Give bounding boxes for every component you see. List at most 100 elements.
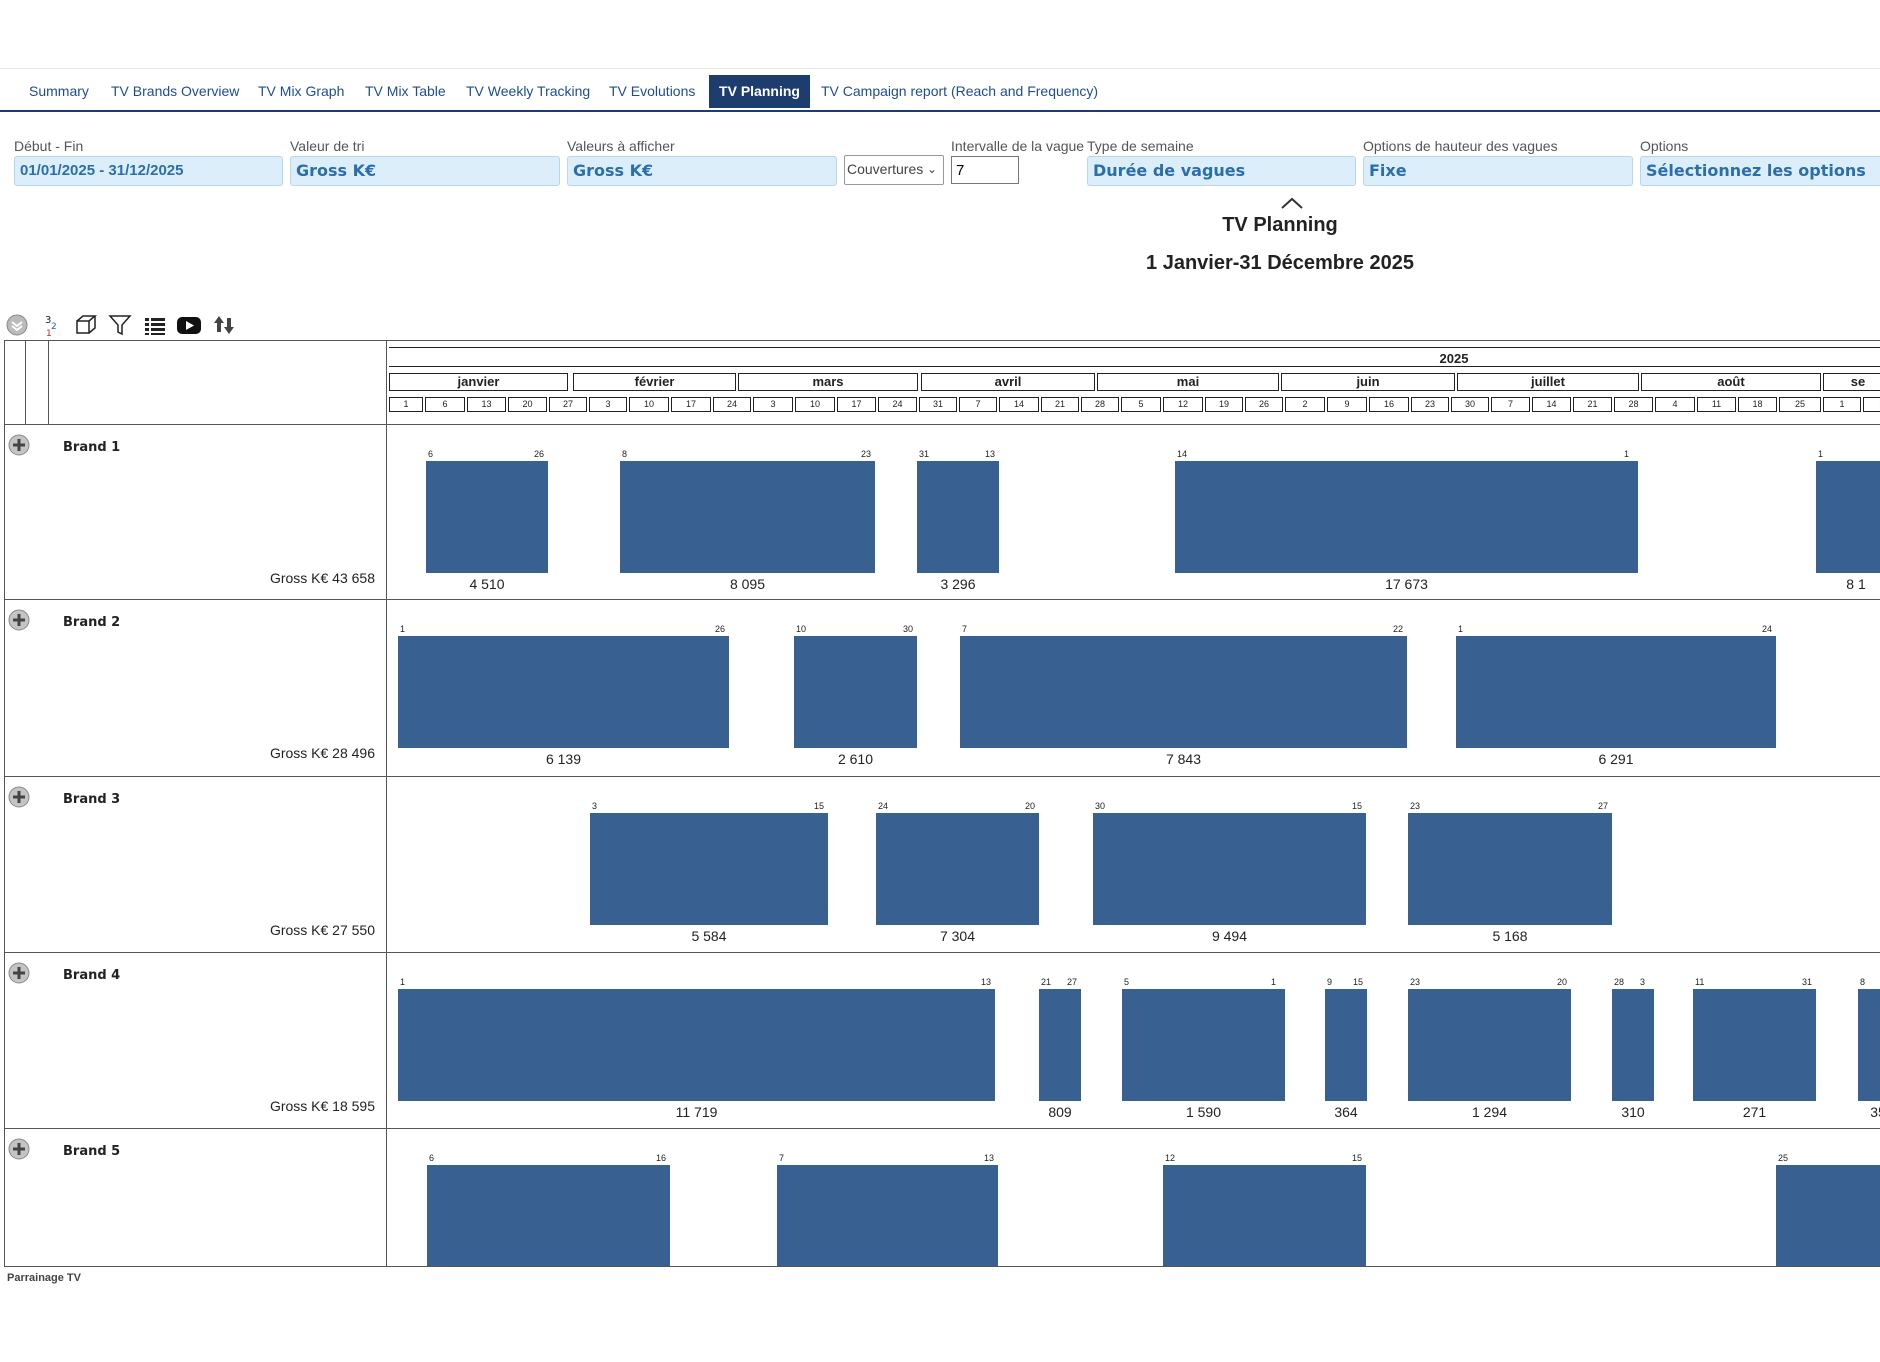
wave-end-day: 26 xyxy=(715,624,726,634)
week-header: 31 xyxy=(919,397,957,412)
wave-value: 7 304 xyxy=(939,928,976,944)
cube-icon[interactable] xyxy=(73,312,99,338)
date-range-selector[interactable]: 01/01/2025 - 31/12/2025 xyxy=(14,156,283,186)
wave-bar[interactable] xyxy=(1175,461,1638,573)
week-type-selector[interactable]: Durée de vagues xyxy=(1087,156,1356,186)
wave-bar[interactable] xyxy=(1816,461,1880,573)
wave-bar[interactable] xyxy=(398,989,995,1101)
month-header: janvier xyxy=(389,373,568,391)
wave-bar[interactable] xyxy=(1456,636,1776,748)
couvertures-select[interactable]: Couvertures ⌄ xyxy=(844,155,944,185)
wave-bar[interactable] xyxy=(1163,1165,1366,1266)
week-header: 26 xyxy=(1245,397,1283,412)
wave-bar[interactable] xyxy=(427,1165,670,1266)
wave-end-day: 15 xyxy=(1352,801,1363,811)
week-header: 7 xyxy=(959,397,997,412)
expand-icon[interactable] xyxy=(8,786,30,808)
display-values-selector[interactable]: Gross K€ xyxy=(567,156,837,186)
wave-interval-input[interactable] xyxy=(951,156,1019,184)
brand-name[interactable]: Brand 5 xyxy=(63,1144,120,1159)
tab-tv-mix-table[interactable]: TV Mix Table xyxy=(365,75,446,108)
sort-arrows-icon[interactable] xyxy=(211,312,237,338)
intervalle-label: Intervalle de la vague xyxy=(951,138,1085,154)
expand-icon[interactable] xyxy=(8,609,30,631)
brand-name[interactable]: Brand 2 xyxy=(63,615,120,630)
wave-bar[interactable] xyxy=(777,1165,998,1266)
tab-tv-weekly-tracking[interactable]: TV Weekly Tracking xyxy=(466,75,590,108)
wave-value: 4 510 xyxy=(469,576,505,592)
wave-value: 809 xyxy=(1048,1104,1072,1120)
week-header: 17 xyxy=(837,397,876,412)
brand-name[interactable]: Brand 1 xyxy=(63,440,120,455)
wave-start-day: 7 xyxy=(779,1153,785,1163)
tab-tv-evolutions[interactable]: TV Evolutions xyxy=(609,75,695,108)
wave-bar[interactable] xyxy=(398,636,729,748)
tab-tv-mix-graph[interactable]: TV Mix Graph xyxy=(258,75,344,108)
wave-end-day: 15 xyxy=(1353,977,1364,987)
brand-total: Gross K€ 18 595 xyxy=(269,1098,375,1114)
week-header: 1 xyxy=(389,397,423,412)
wave-bar[interactable] xyxy=(1693,989,1816,1101)
expand-icon[interactable] xyxy=(8,434,30,456)
wave-end-day: 1 xyxy=(1624,449,1630,459)
wave-bar[interactable] xyxy=(590,813,828,925)
wave-end-day: 13 xyxy=(985,449,996,459)
wave-bar[interactable] xyxy=(1122,989,1285,1101)
wave-bar[interactable] xyxy=(620,461,875,573)
wave-height-selector[interactable]: Fixe xyxy=(1363,156,1633,186)
week-header: 20 xyxy=(508,397,547,412)
wave-start-day: 23 xyxy=(1410,801,1421,811)
wave-start-day: 9 xyxy=(1327,977,1333,987)
chevron-up-icon[interactable] xyxy=(1280,196,1304,210)
wave-bar[interactable] xyxy=(1858,989,1880,1101)
wave-end-day: 23 xyxy=(861,449,872,459)
tab-tv-brands-overview[interactable]: TV Brands Overview xyxy=(111,75,239,108)
week-header: 8 xyxy=(1863,397,1880,412)
wave-bar[interactable] xyxy=(960,636,1407,748)
wave-bar[interactable] xyxy=(426,461,548,573)
expand-icon[interactable] xyxy=(8,1138,30,1160)
wave-value: 5 584 xyxy=(691,928,727,944)
expand-icon[interactable] xyxy=(8,962,30,984)
wave-bar[interactable] xyxy=(1039,989,1081,1101)
wave-end-day: 22 xyxy=(1393,624,1404,634)
wave-start-day: 24 xyxy=(878,801,889,811)
wave-value: 1 294 xyxy=(1471,1104,1508,1120)
tab-tv-campaign-report[interactable]: TV Campaign report (Reach and Frequency) xyxy=(821,75,1098,108)
week-header: 17 xyxy=(671,397,711,412)
sort-value-selector[interactable]: Gross K€ xyxy=(290,156,560,186)
month-header: se xyxy=(1823,373,1880,391)
month-header: juin xyxy=(1281,373,1455,391)
svg-text:1: 1 xyxy=(46,329,52,338)
wave-bar[interactable] xyxy=(917,461,999,573)
week-header: 23 xyxy=(1411,397,1449,412)
list-icon[interactable] xyxy=(142,312,168,338)
wave-bar[interactable] xyxy=(1408,989,1571,1101)
month-header: juillet xyxy=(1457,373,1639,391)
options-label: Options xyxy=(1640,138,1689,154)
tab-tv-planning[interactable]: TV Planning xyxy=(709,75,810,108)
play-icon[interactable] xyxy=(176,312,202,338)
sort-numeric-icon[interactable]: 3 2 1 xyxy=(39,312,65,338)
tab-summary[interactable]: Summary xyxy=(29,75,89,108)
week-header: 3 xyxy=(753,397,793,412)
wave-bar[interactable] xyxy=(1612,989,1654,1101)
wave-bar[interactable] xyxy=(794,636,917,748)
week-header: 1 xyxy=(1823,397,1861,412)
wave-bar[interactable] xyxy=(1776,1165,1880,1266)
valeurs-afficher-label: Valeurs à afficher xyxy=(567,138,675,154)
chevron-down-icon: ⌄ xyxy=(926,162,937,176)
wave-bar[interactable] xyxy=(876,813,1039,925)
week-header: 10 xyxy=(795,397,835,412)
wave-end-day: 27 xyxy=(1067,977,1078,987)
brand-name[interactable]: Brand 3 xyxy=(63,792,120,807)
week-header: 3 xyxy=(589,397,627,412)
collapse-all-icon[interactable] xyxy=(4,312,30,338)
wave-bar[interactable] xyxy=(1093,813,1366,925)
wave-bar[interactable] xyxy=(1408,813,1612,925)
wave-end-day: 15 xyxy=(814,801,825,811)
filter-icon[interactable] xyxy=(107,312,133,338)
options-selector[interactable]: Sélectionnez les options xyxy=(1640,156,1880,186)
brand-name[interactable]: Brand 4 xyxy=(63,968,120,983)
wave-bar[interactable] xyxy=(1325,989,1367,1101)
